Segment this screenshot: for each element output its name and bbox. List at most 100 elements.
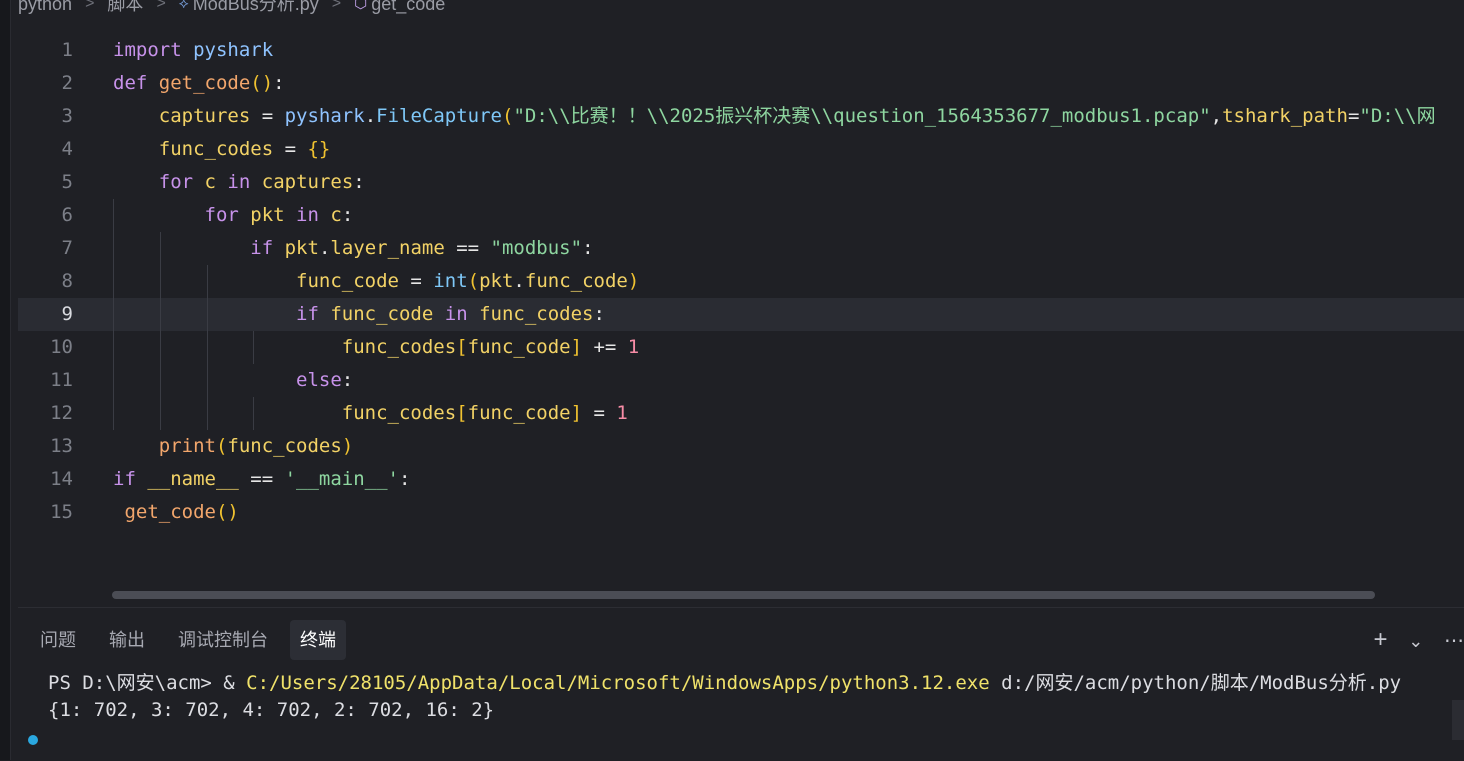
terminal-exe-path: C:/Users/28105/AppData/Local/Microsoft/W… [246,672,990,694]
code-line[interactable]: 15 get_code() [18,496,1464,529]
command-status-dot-icon [28,735,38,745]
tab-debug-console[interactable]: 调试控制台 [168,620,278,660]
code-token: "modbus" [490,237,583,259]
code-token: get_code [158,72,251,94]
code-token: = [250,105,285,127]
code-token: func_code [296,270,399,292]
tab-problems[interactable]: 问题 [30,620,86,660]
code-text: captures = pyshark.FileCapture("D:\\比赛！！… [113,100,1436,133]
code-token: ] [570,336,583,358]
panel-actions: + ⌄ ⋯ [1374,620,1464,660]
code-text: if func_code in func_codes: [113,298,605,331]
code-text: func_codes[func_code] = 1 [113,397,628,430]
code-token: = [273,138,308,160]
code-text: func_codes[func_code] += 1 [113,331,639,364]
code-token: : [341,204,354,226]
line-number: 5 [61,171,73,193]
code-text: if pkt.layer_name == "modbus": [113,232,593,265]
code-editor[interactable]: 1 import pyshark 2 def get_code(): 3 capture… [18,34,1464,598]
breadcrumb-item-folder[interactable]: 脚本 [107,0,143,13]
code-token: [ [456,336,468,358]
code-token: for [204,204,251,226]
code-text: get_code() [113,496,238,529]
code-token: = [398,270,434,292]
line-number: 3 [61,105,73,127]
code-token: func_code [524,270,628,292]
code-token: {} [307,138,331,160]
indent-guide [253,331,255,364]
line-number: 15 [50,501,73,523]
code-line[interactable]: 5 for c in captures: [18,166,1464,199]
code-token: def [113,72,159,94]
code-line[interactable]: 2 def get_code(): [18,67,1464,100]
code-token: "D:\\网 [1359,105,1436,127]
code-line[interactable]: 8 func_code = int(pkt.func_code) [18,265,1464,298]
code-line[interactable]: 14 if __name__ == '__main__': [18,463,1464,496]
code-line[interactable]: 10 func_codes[func_code] += 1 [18,331,1464,364]
terminal-script-path: d:/网安/acm/python/脚本/ModBus分析.py [989,672,1402,694]
tab-terminal[interactable]: 终端 [290,620,346,660]
code-line[interactable]: 4 func_codes = {} [18,133,1464,166]
code-token: : [353,171,365,193]
code-token: func_code [467,402,571,424]
tab-output[interactable]: 输出 [99,620,155,660]
breadcrumb: python > 脚本 > ⟡ ModBus分析.py > ⬡ get_code [18,0,1464,18]
line-number: 4 [61,138,73,160]
code-line[interactable]: 7 if pkt.layer_name == "modbus": [18,232,1464,265]
code-token: () [250,72,274,94]
code-token: func_codes [341,336,457,358]
code-line[interactable]: 13 print(func_codes) [18,430,1464,463]
indent-guide [159,265,161,298]
code-token: ) [627,270,640,292]
code-line[interactable]: 3 captures = pyshark.FileCapture("D:\\比赛… [18,100,1464,133]
code-token: tshark_path [1222,105,1348,127]
code-token: in [284,204,331,226]
editor-horizontal-scrollbar[interactable] [112,591,1375,599]
code-token: if [250,237,285,259]
code-token: pkt [284,237,319,259]
code-line[interactable]: 12 func_codes[func_code] = 1 [18,397,1464,430]
indent-guide [159,364,161,397]
breadcrumb-item-file[interactable]: ModBus分析.py [193,0,319,13]
line-number: 6 [61,204,73,226]
code-token: func_codes [158,138,274,160]
code-token: ] [570,402,583,424]
code-line[interactable]: 6 for pkt in c: [18,199,1464,232]
code-token: layer_name [330,237,445,259]
indent-guide [113,265,114,298]
breadcrumb-item-symbol[interactable]: get_code [371,0,445,13]
terminal-output[interactable]: PS D:\网安\acm> & C:/Users/28105/AppData/L… [48,670,1453,724]
breadcrumb-item-python[interactable]: python [18,0,72,13]
code-token: func_codes [227,435,342,457]
code-token: 1 [616,402,628,424]
indent-guide [159,397,161,430]
code-line[interactable]: 1 import pyshark [18,34,1464,67]
more-actions-icon[interactable]: ⋯ [1444,621,1464,661]
code-text: def get_code(): [113,67,285,100]
line-number: 14 [50,468,73,490]
indent-guide [253,397,255,430]
indent-guide [113,232,114,265]
code-line[interactable]: 9 if func_code in func_codes: [18,298,1464,331]
add-terminal-icon[interactable]: + [1374,620,1388,660]
code-token: if [296,303,331,325]
code-token: func_code [330,303,434,325]
code-token: = [1347,105,1360,127]
chevron-down-icon[interactable]: ⌄ [1408,621,1423,661]
code-token: captures [261,171,354,193]
scrollbar-thumb[interactable] [1452,700,1464,740]
code-token: captures [158,105,251,127]
code-token: c [204,171,216,193]
indent-guide [113,364,114,397]
code-text: for c in captures: [113,166,365,199]
code-line[interactable]: 11 else: [18,364,1464,397]
code-token: c [330,204,342,226]
